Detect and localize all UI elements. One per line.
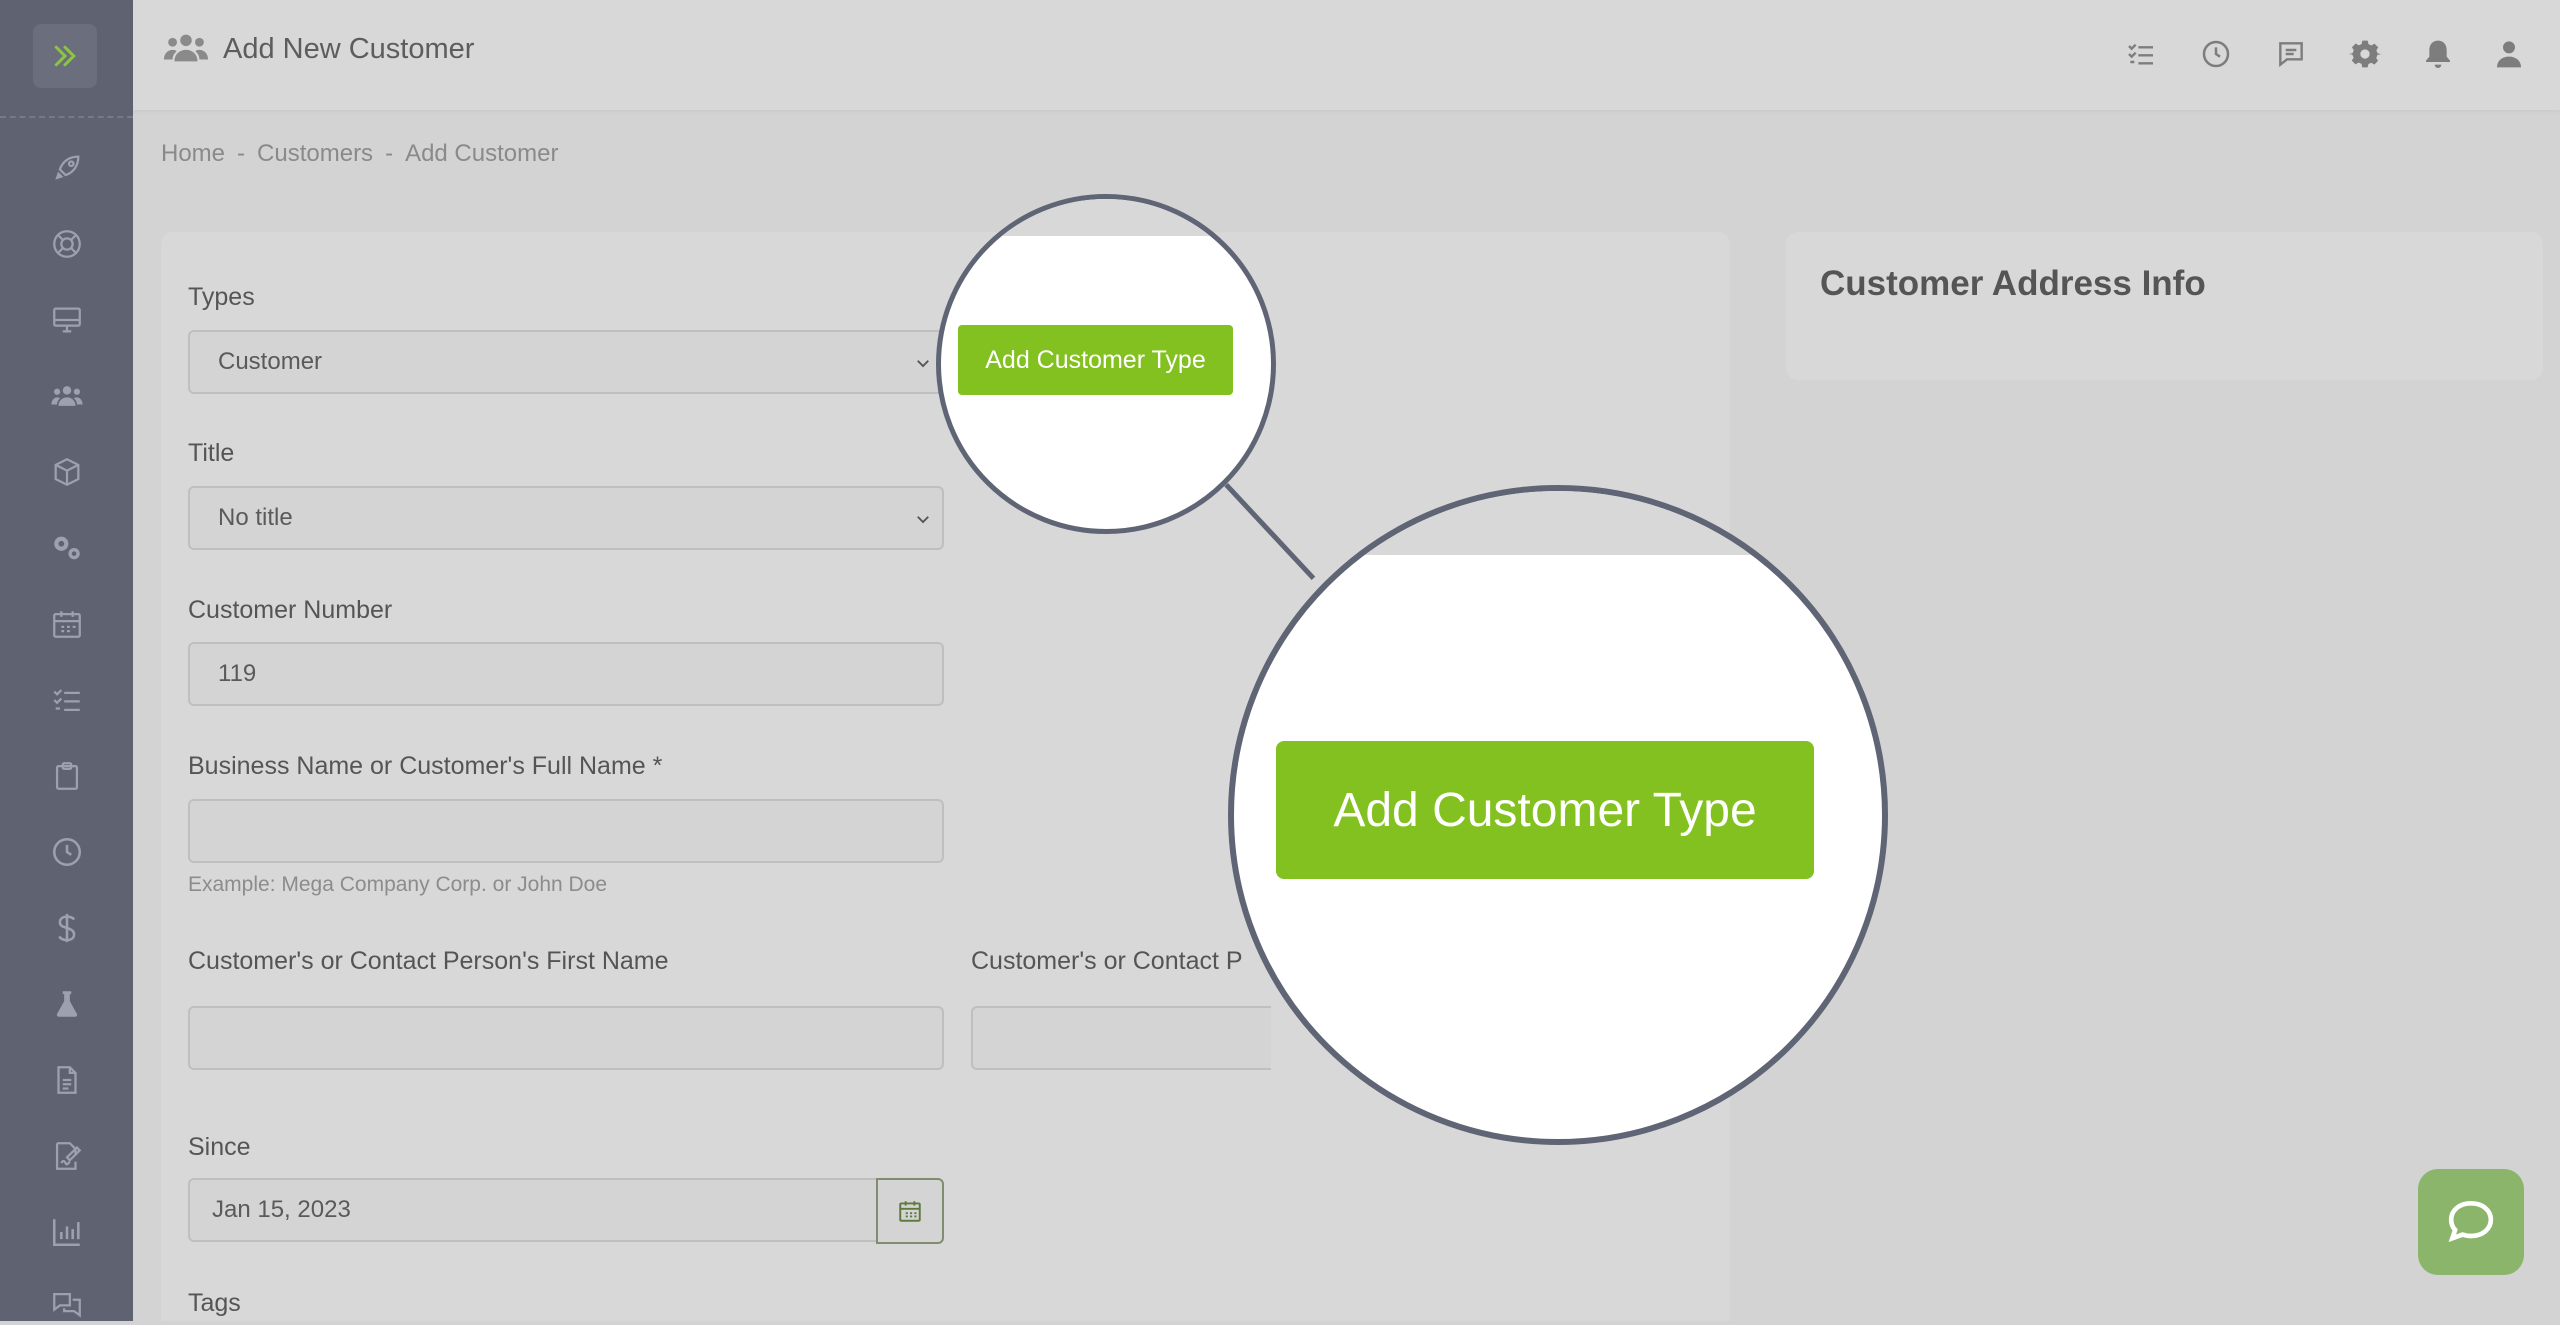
breadcrumb-separator: - xyxy=(237,140,246,167)
business-name-input[interactable] xyxy=(188,799,944,863)
add-customer-type-button-zoomed[interactable]: Add Customer Type xyxy=(1276,741,1814,879)
magnifier-large: Add Customer Type xyxy=(1228,485,1888,1145)
chevron-down-icon xyxy=(917,360,929,368)
rocket-icon[interactable] xyxy=(46,147,88,189)
tasks-icon[interactable] xyxy=(2123,36,2159,72)
clock-icon[interactable] xyxy=(46,831,88,873)
first-name-input[interactable] xyxy=(188,1006,944,1070)
clipboard-icon[interactable] xyxy=(46,755,88,797)
chart-icon[interactable] xyxy=(46,1211,88,1253)
magnifier-strip xyxy=(1234,491,1882,555)
clock-icon[interactable] xyxy=(2198,36,2234,72)
message-icon[interactable] xyxy=(2273,36,2309,72)
sidebar-divider xyxy=(0,116,133,118)
sidebar-toggle-button[interactable] xyxy=(33,24,97,88)
customer-address-card: Customer Address Info xyxy=(1786,232,2543,380)
users-icon[interactable] xyxy=(46,375,88,417)
magnifier-strip xyxy=(941,199,1271,236)
since-label: Since xyxy=(188,1133,251,1161)
title-label: Title xyxy=(188,439,235,467)
sidebar xyxy=(0,0,133,1321)
top-header: Add New Customer xyxy=(133,0,2560,110)
first-name-label: Customer's or Contact Person's First Nam… xyxy=(188,947,669,975)
flask-icon[interactable] xyxy=(46,983,88,1025)
title-select[interactable]: No title xyxy=(188,486,944,550)
types-select-value: Customer xyxy=(218,348,323,375)
user-icon[interactable] xyxy=(2491,36,2527,72)
customer-number-value: 119 xyxy=(218,660,257,687)
breadcrumb-current: Add Customer xyxy=(405,140,559,167)
customer-number-label: Customer Number xyxy=(188,596,393,624)
bell-icon[interactable] xyxy=(2420,36,2456,72)
document-icon[interactable] xyxy=(46,1059,88,1101)
chat-widget-button[interactable] xyxy=(2418,1169,2524,1275)
chat-bubble-icon xyxy=(2448,1200,2494,1243)
title-select-value: No title xyxy=(218,504,293,531)
page-title: Add New Customer xyxy=(223,33,475,65)
breadcrumb-separator: - xyxy=(385,140,394,167)
chat-icon[interactable] xyxy=(46,1283,88,1325)
monitor-icon[interactable] xyxy=(46,299,88,341)
tags-label: Tags xyxy=(188,1289,241,1317)
signature-icon[interactable] xyxy=(46,1135,88,1177)
breadcrumb-home[interactable]: Home xyxy=(161,140,225,167)
checklist-icon[interactable] xyxy=(46,679,88,721)
gear-icon[interactable] xyxy=(2347,36,2383,72)
add-customer-type-button[interactable]: Add Customer Type xyxy=(958,325,1233,395)
business-name-hint: Example: Mega Company Corp. or John Doe xyxy=(188,873,608,896)
since-date-input[interactable]: Jan 15, 2023 xyxy=(188,1178,878,1242)
magnifier-small: Add Customer Type xyxy=(936,194,1276,534)
breadcrumb: Home - Customers - Add Customer xyxy=(161,140,558,168)
dollar-icon[interactable] xyxy=(46,907,88,949)
types-label: Types xyxy=(188,283,255,311)
last-name-input[interactable] xyxy=(971,1006,1271,1070)
calendar-picker-button[interactable] xyxy=(876,1178,944,1244)
customer-number-input[interactable]: 119 xyxy=(188,642,944,706)
lifebuoy-icon[interactable] xyxy=(46,223,88,265)
breadcrumb-customers[interactable]: Customers xyxy=(257,140,373,167)
last-name-label: Customer's or Contact P xyxy=(971,947,1243,975)
calendar-icon[interactable] xyxy=(46,603,88,645)
chevron-down-icon xyxy=(917,516,929,524)
box-icon[interactable] xyxy=(46,451,88,493)
since-date-value: Jan 15, 2023 xyxy=(212,1196,351,1223)
chevrons-right-icon xyxy=(54,45,76,67)
calendar-icon xyxy=(899,1201,921,1222)
gears-icon[interactable] xyxy=(46,527,88,569)
business-name-label: Business Name or Customer's Full Name * xyxy=(188,752,663,780)
types-select[interactable]: Customer xyxy=(188,330,944,394)
users-icon xyxy=(163,34,209,62)
customer-address-title: Customer Address Info xyxy=(1820,264,2206,303)
